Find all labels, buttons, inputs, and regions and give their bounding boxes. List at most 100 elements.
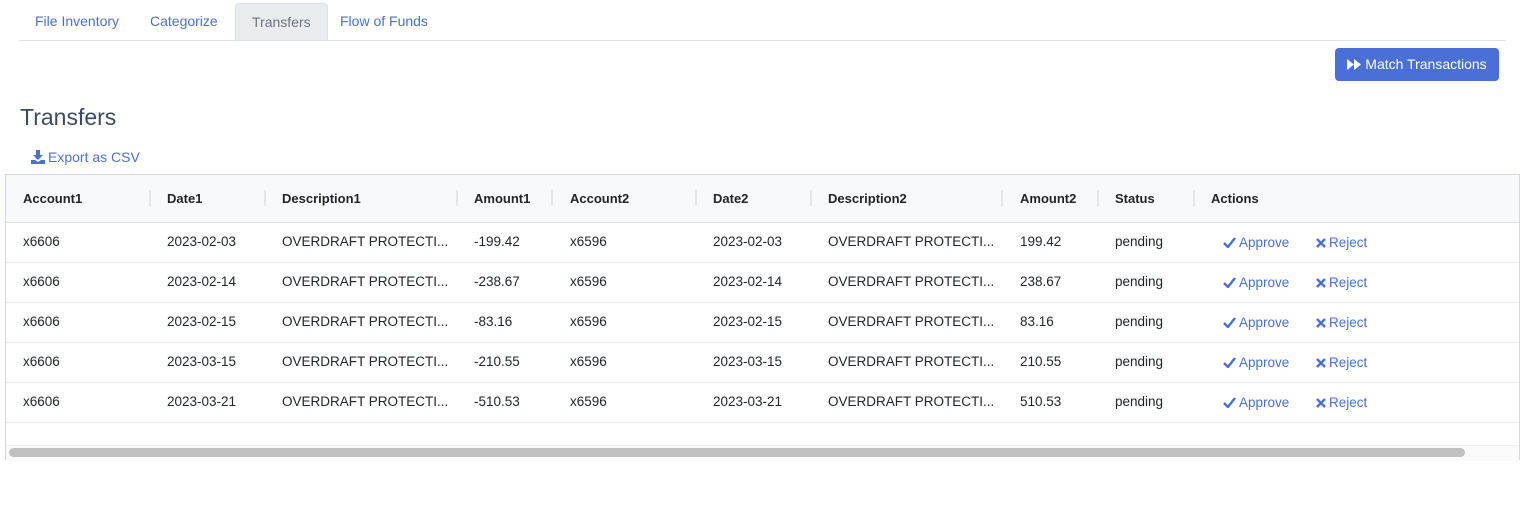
cell-account2: x6596	[570, 314, 607, 329]
cell-date2: 2023-02-14	[713, 274, 783, 289]
download-icon	[31, 150, 45, 164]
reject-label: Reject	[1329, 315, 1368, 330]
cell-status: pending	[1115, 274, 1164, 289]
cell-description2: OVERDRAFT PROTECTI...	[828, 314, 995, 329]
column-resize-handle[interactable]	[551, 190, 553, 206]
reject-button[interactable]: Reject	[1316, 222, 1367, 264]
approve-button[interactable]: Approve	[1223, 222, 1289, 264]
approve-label: Approve	[1239, 355, 1290, 370]
cell-amount1: -199.42	[474, 234, 520, 249]
check-icon	[1223, 397, 1236, 409]
match-transactions-button[interactable]: Match Transactions	[1335, 48, 1499, 81]
cell-description1: OVERDRAFT PROTECTI...	[282, 354, 449, 369]
check-icon	[1223, 237, 1236, 249]
reject-label: Reject	[1329, 395, 1368, 410]
reject-label: Reject	[1329, 275, 1368, 290]
reject-button[interactable]: Reject	[1316, 262, 1367, 304]
cell-account2: x6596	[570, 394, 607, 409]
cell-account1: x6606	[23, 314, 60, 329]
column-header-status[interactable]: Status	[1115, 175, 1155, 222]
column-header-actions[interactable]: Actions	[1211, 175, 1259, 222]
cell-amount2: 510.53	[1020, 394, 1062, 409]
cell-amount2: 83.16	[1020, 314, 1054, 329]
approve-button[interactable]: Approve	[1223, 262, 1289, 304]
cell-status: pending	[1115, 234, 1164, 249]
reject-button[interactable]: Reject	[1316, 302, 1367, 344]
approve-button[interactable]: Approve	[1223, 382, 1289, 424]
column-header-account1[interactable]: Account1	[23, 175, 82, 222]
tab-transfers[interactable]: Transfers	[235, 3, 328, 40]
cell-date1: 2023-02-03	[167, 234, 237, 249]
horizontal-scrollbar[interactable]	[9, 448, 1465, 457]
cell-amount1: -510.53	[474, 394, 520, 409]
cell-description1: OVERDRAFT PROTECTI...	[282, 394, 449, 409]
cell-description2: OVERDRAFT PROTECTI...	[828, 274, 995, 289]
approve-button[interactable]: Approve	[1223, 302, 1289, 344]
column-resize-handle[interactable]	[1193, 190, 1195, 206]
x-icon	[1316, 398, 1326, 408]
fast-forward-icon	[1347, 59, 1362, 70]
cell-account1: x6606	[23, 394, 60, 409]
tab-categorize[interactable]: Categorize	[134, 3, 234, 39]
transfers-table: Account1 Date1 Description1 Amount1 Account2…	[5, 174, 1520, 461]
approve-label: Approve	[1239, 235, 1290, 250]
table-row: x6606 2023-02-15 OVERDRAFT PROTECTI... -83.…	[6, 302, 1519, 343]
column-resize-handle[interactable]	[456, 190, 458, 206]
x-icon	[1316, 238, 1326, 248]
column-header-date1[interactable]: Date1	[167, 175, 202, 222]
cell-date1: 2023-02-14	[167, 274, 237, 289]
cell-account1: x6606	[23, 234, 60, 249]
column-header-account2[interactable]: Account2	[570, 175, 629, 222]
cell-date1: 2023-03-21	[167, 394, 237, 409]
cell-description2: OVERDRAFT PROTECTI...	[828, 354, 995, 369]
reject-label: Reject	[1329, 235, 1368, 250]
column-header-date2[interactable]: Date2	[713, 175, 748, 222]
approve-label: Approve	[1239, 315, 1290, 330]
column-resize-handle[interactable]	[1001, 190, 1003, 206]
check-icon	[1223, 357, 1236, 369]
column-resize-handle[interactable]	[149, 190, 151, 206]
column-resize-handle[interactable]	[695, 190, 697, 206]
approve-label: Approve	[1239, 395, 1290, 410]
column-resize-handle[interactable]	[264, 190, 266, 206]
approve-label: Approve	[1239, 275, 1290, 290]
reject-button[interactable]: Reject	[1316, 382, 1367, 424]
cell-description2: OVERDRAFT PROTECTI...	[828, 234, 995, 249]
tab-flow-of-funds[interactable]: Flow of Funds	[324, 3, 444, 39]
cell-date2: 2023-02-03	[713, 234, 783, 249]
cell-date2: 2023-03-15	[713, 354, 783, 369]
table-row: x6606 2023-02-14 OVERDRAFT PROTECTI... -238…	[6, 262, 1519, 303]
column-header-amount1[interactable]: Amount1	[474, 175, 530, 222]
cell-date2: 2023-03-21	[713, 394, 783, 409]
column-header-description2[interactable]: Description2	[828, 175, 907, 222]
approve-button[interactable]: Approve	[1223, 342, 1289, 384]
tab-file-inventory[interactable]: File Inventory	[19, 3, 135, 39]
cell-description2: OVERDRAFT PROTECTI...	[828, 394, 995, 409]
cell-amount1: -210.55	[474, 354, 520, 369]
match-transactions-label: Match Transactions	[1365, 56, 1487, 72]
x-icon	[1316, 358, 1326, 368]
tab-bar: File Inventory Categorize Transfers Flow…	[19, 0, 1506, 41]
check-icon	[1223, 277, 1236, 289]
cell-date1: 2023-03-15	[167, 354, 237, 369]
column-resize-handle[interactable]	[1097, 190, 1099, 206]
cell-amount2: 210.55	[1020, 354, 1062, 369]
cell-amount2: 238.67	[1020, 274, 1062, 289]
page-title: Transfers	[20, 104, 117, 130]
column-header-amount2[interactable]: Amount2	[1020, 175, 1076, 222]
cell-date2: 2023-02-15	[713, 314, 783, 329]
cell-status: pending	[1115, 394, 1164, 409]
cell-account2: x6596	[570, 274, 607, 289]
column-resize-handle[interactable]	[810, 190, 812, 206]
table-row: x6606 2023-03-21 OVERDRAFT PROTECTI... -510…	[6, 382, 1519, 423]
reject-button[interactable]: Reject	[1316, 342, 1367, 384]
export-csv-link[interactable]: Export as CSV	[31, 149, 140, 165]
cell-description1: OVERDRAFT PROTECTI...	[282, 314, 449, 329]
check-icon	[1223, 317, 1236, 329]
table-header: Account1 Date1 Description1 Amount1 Account2…	[6, 175, 1519, 223]
column-header-description1[interactable]: Description1	[282, 175, 361, 222]
cell-status: pending	[1115, 314, 1164, 329]
cell-amount1: -83.16	[474, 314, 513, 329]
x-icon	[1316, 318, 1326, 328]
cell-account2: x6596	[570, 354, 607, 369]
